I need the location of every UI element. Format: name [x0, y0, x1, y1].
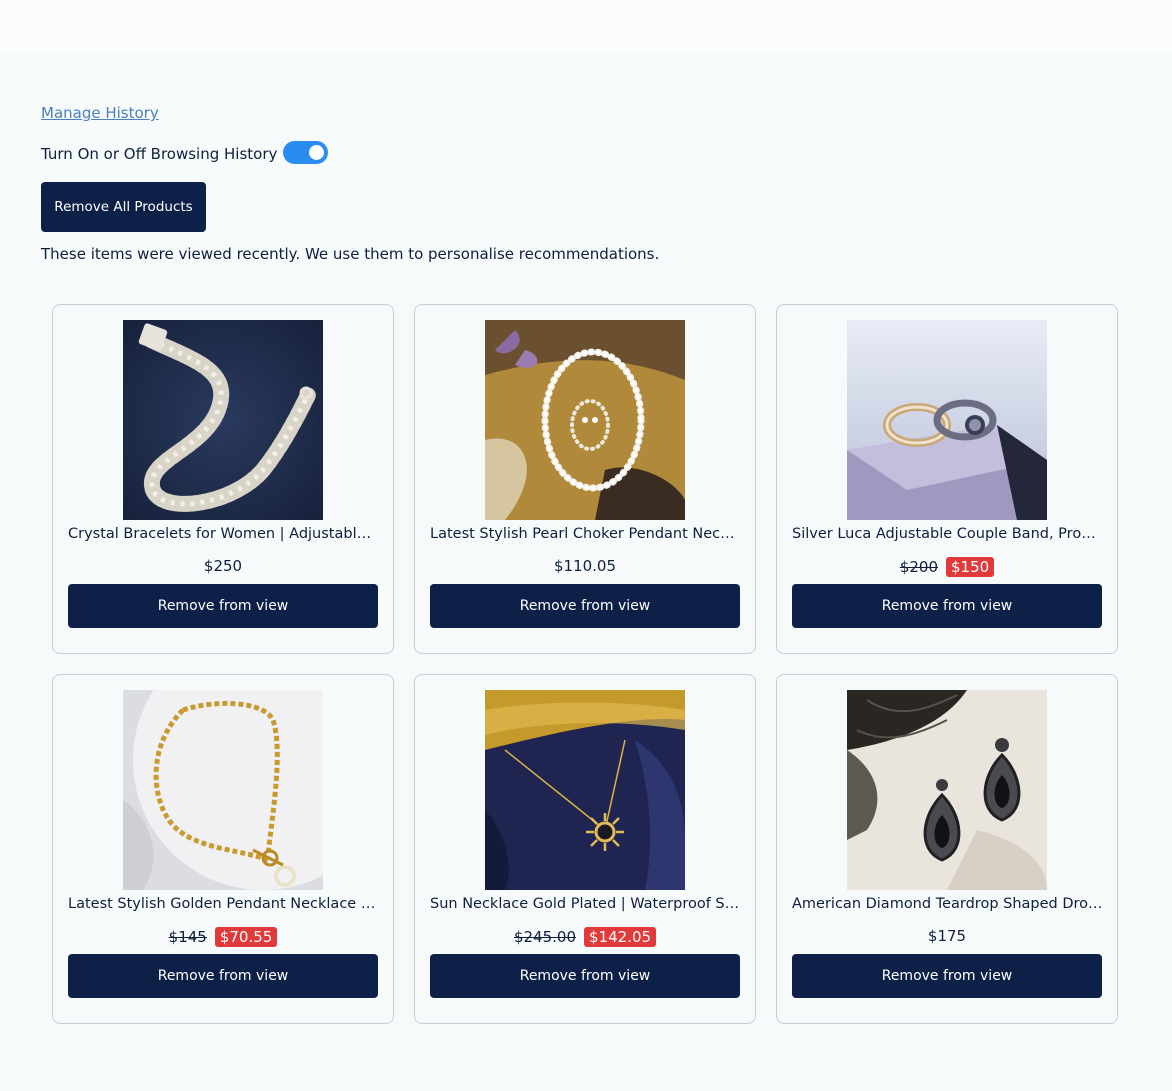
- product-card: American Diamond Teardrop Shaped Drop Ea…: [776, 674, 1118, 1024]
- product-name[interactable]: Latest Stylish Golden Pendant Necklace f…: [68, 896, 380, 912]
- history-note: These items were viewed recently. We use…: [41, 245, 660, 263]
- product-name[interactable]: Crystal Bracelets for Women | Adjustable…: [68, 526, 380, 542]
- remove-from-view-button[interactable]: Remove from view: [430, 954, 740, 998]
- teardrop-earrings-icon: [847, 690, 1047, 890]
- product-image[interactable]: [847, 690, 1047, 890]
- remove-all-products-button[interactable]: Remove All Products: [41, 182, 206, 232]
- remove-from-view-button[interactable]: Remove from view: [68, 954, 378, 998]
- product-name[interactable]: Latest Stylish Pearl Choker Pendant Neck…: [430, 526, 742, 542]
- price-row: $145 $70.55: [53, 927, 393, 947]
- golden-chain-necklace-icon: [123, 690, 323, 890]
- product-grid: Crystal Bracelets for Women | Adjustable…: [52, 304, 1118, 1024]
- couple-rings-icon: [847, 320, 1047, 520]
- remove-from-view-button[interactable]: Remove from view: [68, 584, 378, 628]
- price-row: $175: [777, 927, 1117, 945]
- product-name[interactable]: Silver Luca Adjustable Couple Band, Prom…: [792, 526, 1104, 542]
- silver-chain-bracelet-icon: [123, 320, 323, 520]
- price-row: $200 $150: [777, 557, 1117, 577]
- browsing-history-toggle[interactable]: [283, 140, 329, 164]
- product-card: Sun Necklace Gold Plated | Waterproof Su…: [414, 674, 756, 1024]
- product-card: Crystal Bracelets for Women | Adjustable…: [52, 304, 394, 654]
- sale-price-badge: $150: [946, 557, 995, 577]
- sale-price-badge: $70.55: [214, 927, 278, 947]
- remove-from-view-button[interactable]: Remove from view: [430, 584, 740, 628]
- product-image[interactable]: [123, 690, 323, 890]
- product-price: $250: [203, 557, 243, 575]
- original-price: $145: [168, 928, 207, 946]
- product-price: $175: [927, 927, 967, 945]
- price-row: $110.05: [415, 557, 755, 575]
- toggle-knob: [309, 144, 325, 160]
- price-row: $245.00 $142.05: [415, 927, 755, 947]
- product-card: Latest Stylish Golden Pendant Necklace f…: [52, 674, 394, 1024]
- product-price: $110.05: [553, 557, 617, 575]
- product-name[interactable]: American Diamond Teardrop Shaped Drop Ea…: [792, 896, 1104, 912]
- top-banner: [0, 0, 1172, 52]
- sun-pendant-necklace-icon: [485, 690, 685, 890]
- pearl-necklace-set-icon: [485, 320, 685, 520]
- price-row: $250: [53, 557, 393, 575]
- remove-from-view-button[interactable]: Remove from view: [792, 954, 1102, 998]
- sale-price-badge: $142.05: [584, 927, 657, 947]
- browsing-history-toggle-label: Turn On or Off Browsing History: [41, 145, 278, 163]
- product-image[interactable]: [123, 320, 323, 520]
- product-image[interactable]: [485, 320, 685, 520]
- product-card: Silver Luca Adjustable Couple Band, Prom…: [776, 304, 1118, 654]
- remove-from-view-button[interactable]: Remove from view: [792, 584, 1102, 628]
- product-image[interactable]: [847, 320, 1047, 520]
- browsing-history-toggle-row: Turn On or Off Browsing History: [41, 140, 329, 168]
- product-image[interactable]: [485, 690, 685, 890]
- product-name[interactable]: Sun Necklace Gold Plated | Waterproof Su…: [430, 896, 742, 912]
- manage-history-link[interactable]: Manage History: [41, 104, 159, 122]
- original-price: $245.00: [513, 928, 576, 946]
- original-price: $200: [899, 558, 938, 576]
- product-card: Latest Stylish Pearl Choker Pendant Neck…: [414, 304, 756, 654]
